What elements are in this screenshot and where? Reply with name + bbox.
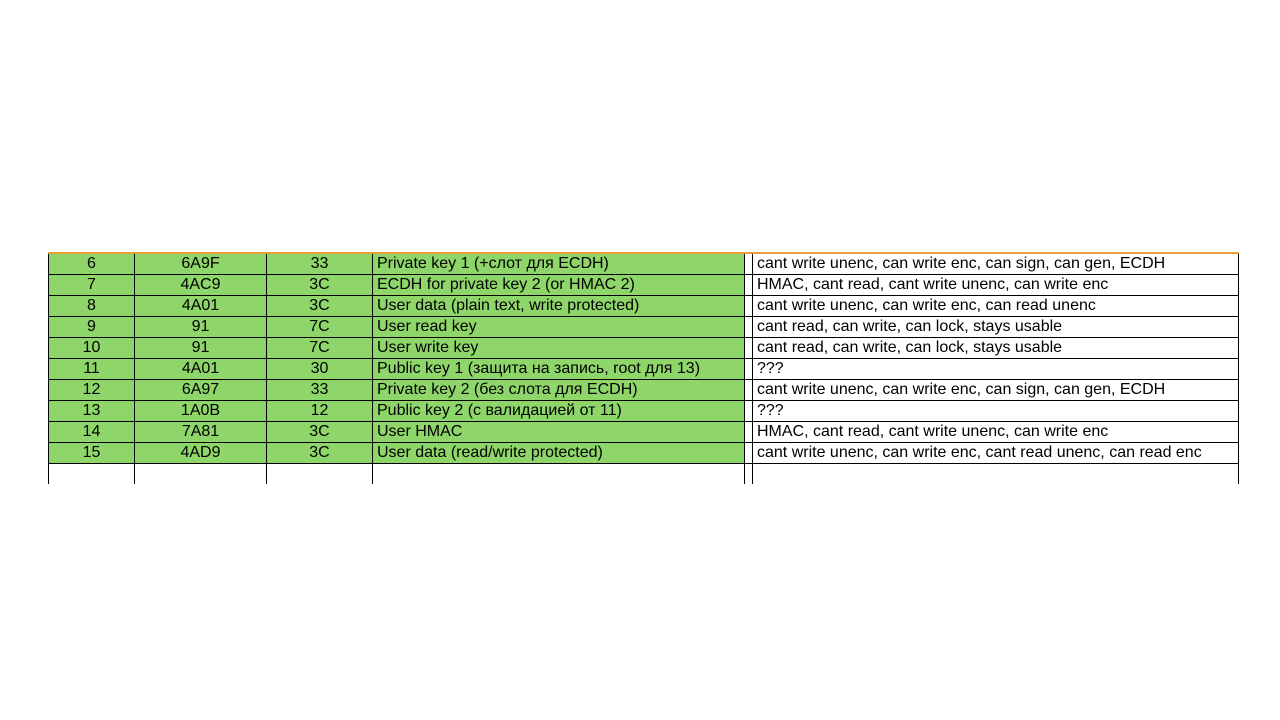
- cell-index[interactable]: 13: [49, 401, 135, 422]
- cell-code[interactable]: 7C: [267, 338, 373, 359]
- table-row: 9917CUser read key cant read, can write, …: [49, 317, 1239, 338]
- cell-index[interactable]: 12: [49, 380, 135, 401]
- empty-cell: [373, 464, 745, 485]
- column-gap: [745, 317, 753, 338]
- cell-index[interactable]: 8: [49, 296, 135, 317]
- cell-code[interactable]: 33: [267, 380, 373, 401]
- empty-cell: [745, 464, 753, 485]
- table-row: 131A0B12Public key 2 (с валидацией от 11…: [49, 401, 1239, 422]
- cell-hex[interactable]: 6A9F: [135, 253, 267, 275]
- column-gap: [745, 401, 753, 422]
- table-row: 147A813CUser HMAC HMAC, cant read, cant w…: [49, 422, 1239, 443]
- cell-hex[interactable]: 91: [135, 317, 267, 338]
- column-gap: [745, 380, 753, 401]
- cell-notes[interactable]: cant write unenc, can write enc, cant re…: [753, 443, 1239, 464]
- cell-notes[interactable]: cant write unenc, can write enc, can rea…: [753, 296, 1239, 317]
- cell-code[interactable]: 33: [267, 253, 373, 275]
- column-gap: [745, 253, 753, 275]
- cell-code[interactable]: 3C: [267, 296, 373, 317]
- cell-index[interactable]: 7: [49, 275, 135, 296]
- cell-hex[interactable]: 4A01: [135, 359, 267, 380]
- cell-index[interactable]: 6: [49, 253, 135, 275]
- cell-index[interactable]: 14: [49, 422, 135, 443]
- cell-description[interactable]: Private key 1 (+слот для ECDH): [373, 253, 745, 275]
- cell-code[interactable]: 3C: [267, 422, 373, 443]
- cell-notes[interactable]: cant write unenc, can write enc, can sig…: [753, 253, 1239, 275]
- column-gap: [745, 275, 753, 296]
- table-row: 126A9733Private key 2 (без слота для ECD…: [49, 380, 1239, 401]
- cell-description[interactable]: User data (plain text, write protected): [373, 296, 745, 317]
- cell-notes[interactable]: cant write unenc, can write enc, can sig…: [753, 380, 1239, 401]
- cell-hex[interactable]: 6A97: [135, 380, 267, 401]
- cell-notes[interactable]: cant read, can write, can lock, stays us…: [753, 317, 1239, 338]
- cell-description[interactable]: Private key 2 (без слота для ECDH): [373, 380, 745, 401]
- cell-hex[interactable]: 7A81: [135, 422, 267, 443]
- cell-index[interactable]: 11: [49, 359, 135, 380]
- table-row: 10917CUser write key cant read, can write…: [49, 338, 1239, 359]
- cell-notes[interactable]: ???: [753, 401, 1239, 422]
- table-row: 154AD93CUser data (read/write protected)…: [49, 443, 1239, 464]
- column-gap: [745, 422, 753, 443]
- column-gap: [745, 338, 753, 359]
- table-row: 74AC93CECDH for private key 2 (or HMAC 2…: [49, 275, 1239, 296]
- cell-hex[interactable]: 4AC9: [135, 275, 267, 296]
- table-row: 114A0130Public key 1 (защита на запись, …: [49, 359, 1239, 380]
- table-row: 66A9F33Private key 1 (+слот для ECDH) can…: [49, 253, 1239, 275]
- table-row-empty: [49, 464, 1239, 485]
- cell-index[interactable]: 10: [49, 338, 135, 359]
- cell-code[interactable]: 3C: [267, 443, 373, 464]
- cell-description[interactable]: Public key 1 (защита на запись, root для…: [373, 359, 745, 380]
- cell-description[interactable]: User HMAC: [373, 422, 745, 443]
- cell-hex[interactable]: 4AD9: [135, 443, 267, 464]
- cell-description[interactable]: User data (read/write protected): [373, 443, 745, 464]
- cell-code[interactable]: 3C: [267, 275, 373, 296]
- cell-code[interactable]: 7C: [267, 317, 373, 338]
- slot-config-table: 66A9F33Private key 1 (+слот для ECDH)can…: [48, 252, 1239, 484]
- cell-description[interactable]: User read key: [373, 317, 745, 338]
- cell-description[interactable]: ECDH for private key 2 (or HMAC 2): [373, 275, 745, 296]
- empty-cell: [135, 464, 267, 485]
- cell-description[interactable]: Public key 2 (с валидацией от 11): [373, 401, 745, 422]
- cell-index[interactable]: 15: [49, 443, 135, 464]
- cell-hex[interactable]: 1A0B: [135, 401, 267, 422]
- cell-notes[interactable]: HMAC, cant read, cant write unenc, can w…: [753, 275, 1239, 296]
- cell-index[interactable]: 9: [49, 317, 135, 338]
- column-gap: [745, 359, 753, 380]
- cell-description[interactable]: User write key: [373, 338, 745, 359]
- empty-cell: [267, 464, 373, 485]
- cell-hex[interactable]: 4A01: [135, 296, 267, 317]
- spreadsheet-fragment: 66A9F33Private key 1 (+слот для ECDH)can…: [48, 252, 1238, 484]
- cell-notes[interactable]: ???: [753, 359, 1239, 380]
- cell-code[interactable]: 30: [267, 359, 373, 380]
- cell-notes[interactable]: cant read, can write, can lock, stays us…: [753, 338, 1239, 359]
- cell-code[interactable]: 12: [267, 401, 373, 422]
- empty-cell: [753, 464, 1239, 485]
- empty-cell: [49, 464, 135, 485]
- table-row: 84A013CUser data (plain text, write prot…: [49, 296, 1239, 317]
- column-gap: [745, 296, 753, 317]
- cell-notes[interactable]: HMAC, cant read, cant write unenc, can w…: [753, 422, 1239, 443]
- cell-hex[interactable]: 91: [135, 338, 267, 359]
- column-gap: [745, 443, 753, 464]
